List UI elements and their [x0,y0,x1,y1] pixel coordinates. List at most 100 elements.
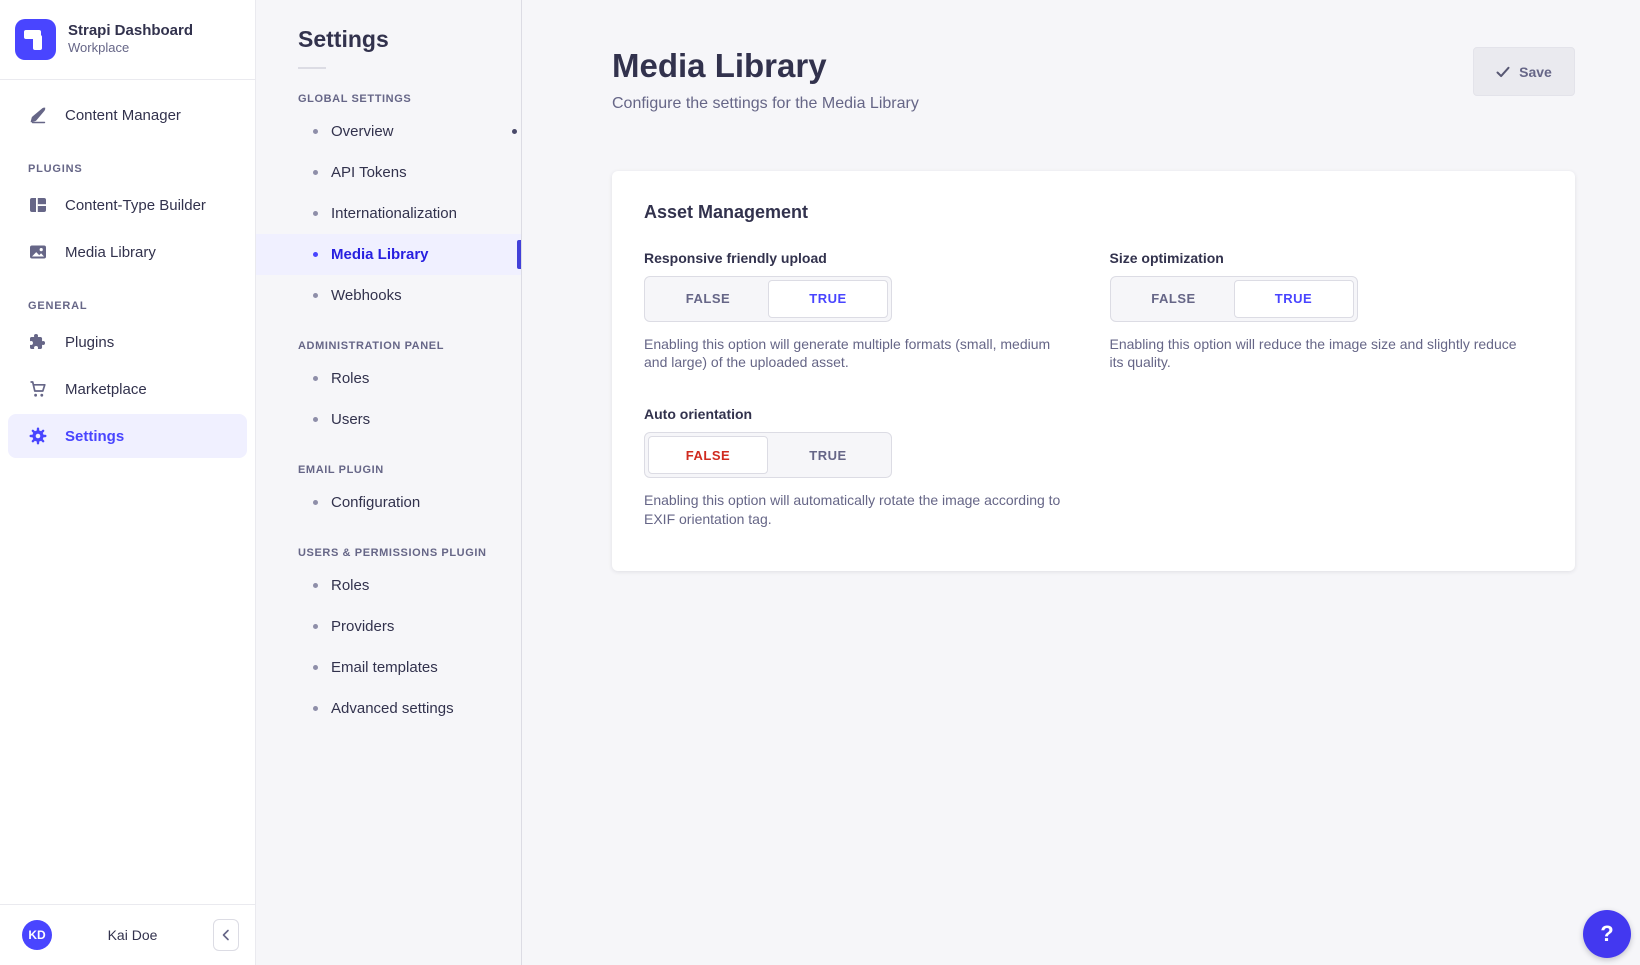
field-label: Auto orientation [644,406,1078,422]
toggle-option-false[interactable]: FALSE [648,436,768,474]
sidebar-user-area: KD Kai Doe [0,904,255,965]
page-title: Media Library [612,46,919,86]
sidebar-item-media-library[interactable]: Media Library [8,230,247,274]
subnav-item-label: Roles [331,370,369,387]
subnav-item-admin-users[interactable]: Users [256,399,521,440]
subnav-item-admin-roles[interactable]: Roles [256,358,521,399]
responsive-upload-toggle: FALSE TRUE [644,276,892,322]
field-description: Enabling this option will automatically … [644,491,1064,529]
bullet-icon [313,170,318,175]
bullet-icon [313,706,318,711]
subnav-item-label: Email templates [331,659,438,676]
page-subtitle: Configure the settings for the Media Lib… [612,95,919,113]
subnav-item-email-configuration[interactable]: Configuration [256,482,521,523]
sidebar-item-plugins[interactable]: Plugins [8,320,247,364]
subnav-item-label: Users [331,411,370,428]
toggle-option-true[interactable]: TRUE [768,436,888,474]
sidebar-item-label: Marketplace [65,381,147,398]
field-size-optimization: Size optimization FALSE TRUE Enabling th… [1110,250,1544,373]
toggle-option-true[interactable]: TRUE [768,280,888,318]
subnav-item-internationalization[interactable]: Internationalization [256,193,521,234]
page-header: Media Library Configure the settings for… [612,46,1575,113]
notification-dot-icon [512,129,517,134]
subnav-item-label: Configuration [331,494,420,511]
subnav-item-providers[interactable]: Providers [256,606,521,647]
subnav-item-webhooks[interactable]: Webhooks [256,275,521,316]
size-optimization-toggle: FALSE TRUE [1110,276,1358,322]
card-title: Asset Management [644,202,1543,223]
sidebar-item-content-type-builder[interactable]: Content-Type Builder [8,183,247,227]
workplace-home-link[interactable]: Strapi Dashboard Workplace [0,0,255,80]
subnav-item-label: Roles [331,577,369,594]
subnav-group-global-settings: GLOBAL SETTINGS [298,93,521,105]
bullet-icon [313,624,318,629]
chevron-left-icon [220,929,232,941]
sidebar-nav: Content Manager PLUGINS Content-Type Bui… [0,80,255,461]
pencil-icon [28,105,48,125]
question-mark-icon: ? [1600,921,1613,947]
bullet-icon [313,211,318,216]
help-button[interactable]: ? [1583,910,1631,958]
bullet-icon [313,293,318,298]
field-description: Enabling this option will generate multi… [644,335,1064,373]
gear-icon [28,426,48,446]
save-button[interactable]: Save [1473,47,1575,96]
sidebar-item-label: Settings [65,428,124,445]
sidebar-section-general: GENERAL [0,300,255,312]
subnav-item-advanced-settings[interactable]: Advanced settings [256,688,521,729]
cart-icon [28,379,48,399]
sidebar-item-marketplace[interactable]: Marketplace [8,367,247,411]
field-label: Responsive friendly upload [644,250,1078,266]
strapi-logo-icon [15,19,56,60]
layout-icon [28,195,48,215]
toggle-option-true[interactable]: TRUE [1234,280,1354,318]
picture-icon [28,242,48,262]
field-label: Size optimization [1110,250,1544,266]
subnav-item-label: Advanced settings [331,700,454,717]
bullet-icon [313,665,318,670]
sidebar-item-label: Plugins [65,334,114,351]
subnav-item-media-library[interactable]: Media Library [256,234,521,275]
asset-management-card: Asset Management Responsive friendly upl… [612,171,1575,572]
sidebar-item-label: Content-Type Builder [65,197,206,214]
check-icon [1496,65,1510,79]
collapse-sidebar-button[interactable] [213,919,239,951]
subnav-group-users-permissions: USERS & PERMISSIONS PLUGIN [298,547,521,559]
subnav-item-label: API Tokens [331,164,407,181]
auto-orientation-toggle: FALSE TRUE [644,432,892,478]
bullet-icon [313,376,318,381]
sidebar-item-settings[interactable]: Settings [8,414,247,458]
workspace-title: Strapi Dashboard [68,22,193,41]
fields-grid: Responsive friendly upload FALSE TRUE En… [644,250,1543,530]
main-content: Media Library Configure the settings for… [522,0,1640,965]
subnav-item-label: Webhooks [331,287,402,304]
save-button-label: Save [1519,64,1552,80]
field-responsive-friendly-upload: Responsive friendly upload FALSE TRUE En… [644,250,1078,373]
bullet-icon [313,252,318,257]
bullet-icon [313,129,318,134]
user-name[interactable]: Kai Doe [62,927,203,943]
toggle-option-false[interactable]: FALSE [648,280,768,318]
settings-subnav: Settings GLOBAL SETTINGS Overview API To… [256,0,522,965]
subnav-item-api-tokens[interactable]: API Tokens [256,152,521,193]
bullet-icon [313,500,318,505]
workspace-subtitle: Workplace [68,40,193,57]
subnav-item-overview[interactable]: Overview [256,111,521,152]
sidebar-item-content-manager[interactable]: Content Manager [8,93,247,137]
field-auto-orientation: Auto orientation FALSE TRUE Enabling thi… [644,406,1078,529]
bullet-icon [313,417,318,422]
divider [298,67,326,69]
subnav-group-administration-panel: ADMINISTRATION PANEL [298,340,521,352]
puzzle-icon [28,332,48,352]
toggle-option-false[interactable]: FALSE [1114,280,1234,318]
subnav-group-email-plugin: EMAIL PLUGIN [298,464,521,476]
subnav-title: Settings [298,26,521,53]
sidebar-section-plugins: PLUGINS [0,163,255,175]
avatar[interactable]: KD [22,920,52,950]
field-description: Enabling this option will reduce the ima… [1110,335,1530,373]
subnav-item-email-templates[interactable]: Email templates [256,647,521,688]
subnav-item-label: Providers [331,618,394,635]
sidebar-item-label: Media Library [65,244,156,261]
sidebar-item-label: Content Manager [65,107,181,124]
subnav-item-up-roles[interactable]: Roles [256,565,521,606]
